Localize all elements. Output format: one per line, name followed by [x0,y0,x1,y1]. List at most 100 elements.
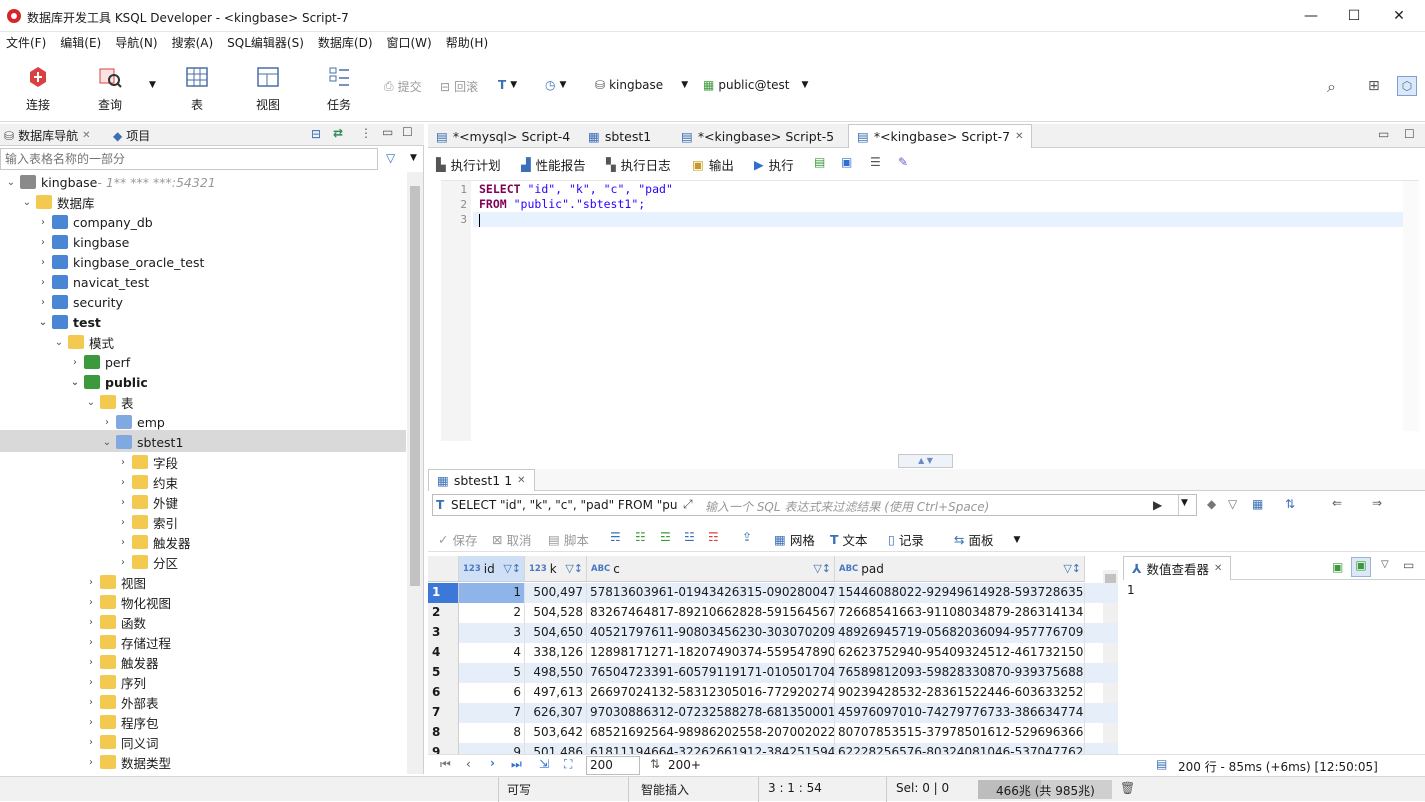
cell-id[interactable]: 9 [459,743,525,754]
tree-node-procedures[interactable]: › 存储过程 [84,632,171,652]
tree-node-databases[interactable]: ⌄ 数据库 [20,192,95,212]
cell-pad[interactable]: 48926945719-05682036094-95777670973-9740… [835,623,1085,643]
navigator-scrollbar[interactable] [407,172,423,774]
save-filter-icon[interactable]: ▦ [1252,497,1263,511]
tree-node-columns[interactable]: › 字段 [116,452,178,472]
grid-view-button[interactable]: ▦ 网格 [774,530,815,549]
minimize-editor-icon[interactable]: ▭ [1378,127,1389,141]
viewer-menu-icon[interactable]: ▽ [1381,559,1389,570]
minimize-viewer-icon[interactable]: ▭ [1403,558,1414,572]
expanded-arrow-icon[interactable]: ⌄ [36,317,50,328]
rollback-button[interactable]: ⊟ 回滚 [440,78,478,95]
tree-node-partitions[interactable]: › 分区 [116,552,178,572]
collapsed-arrow-icon[interactable]: › [116,457,130,468]
cell-id[interactable]: 4 [459,643,525,663]
tab-mysql-script-4[interactable]: ▤ *<mysql> Script-4 [428,124,578,148]
collapsed-arrow-icon[interactable]: › [116,477,130,488]
expanded-arrow-icon[interactable]: ⌄ [20,197,34,208]
tab-sbtest1[interactable]: ▦ sbtest1 [580,124,659,148]
tree-node-views[interactable]: › 视图 [84,572,146,592]
tree-node-perf[interactable]: › perf [68,352,130,372]
menu-sql-editor[interactable]: SQL编辑器(S) [227,34,304,51]
cell-id[interactable]: 3 [459,623,525,643]
editor-scrollbar[interactable] [1403,181,1419,431]
format-icon[interactable]: ☰ [870,155,881,169]
previous-page-icon[interactable]: ‹ [466,757,471,771]
collapsed-arrow-icon[interactable]: › [84,597,98,608]
menu-file[interactable]: 文件(F) [6,34,46,51]
menu-navigate[interactable]: 导航(N) [115,34,157,51]
cell-k[interactable]: 497,613 [525,683,587,703]
collapsed-arrow-icon[interactable]: › [116,557,130,568]
tree-node-synonyms[interactable]: › 同义词 [84,732,159,752]
filter-icon[interactable]: ▽ [386,151,395,165]
edit-icon[interactable]: ✎ [898,155,908,169]
expanded-arrow-icon[interactable]: ⌄ [84,397,98,408]
view-button[interactable]: 视图 [240,64,296,113]
add-perspective-icon[interactable]: ⊞ [1368,78,1380,94]
close-icon[interactable]: ✕ [82,130,90,141]
delete-row-icon[interactable]: ☶ [708,530,719,544]
query-dropdown-icon[interactable]: ▼ [149,80,156,90]
collapsed-arrow-icon[interactable]: › [116,537,130,548]
table-row[interactable]: 4 4 338,126 12898171271-18207490374-5595478… [428,643,1118,663]
minimize-panel-icon[interactable]: ▭ [382,125,393,139]
fetch-size-input[interactable]: 200 [586,756,640,775]
refresh-icon[interactable]: ⇅ [1285,497,1295,511]
tree-node-triggers[interactable]: › 触发器 [84,652,159,672]
collapsed-arrow-icon[interactable]: › [84,677,98,688]
menu-search[interactable]: 搜索(A) [172,34,214,51]
memory-usage-bar[interactable]: 466兆 (共 985兆) [978,780,1112,799]
table-row[interactable]: 6 6 497,613 26697024132-58312305016-7729202… [428,683,1118,703]
maximize-panel-icon[interactable]: ☐ [402,125,413,139]
tab-kingbase-script-7[interactable]: ▤ *<kingbase> Script-7 ✕ [848,124,1033,148]
tree-node-indexes[interactable]: › 索引 [116,512,178,532]
filter-dropdown-icon[interactable]: ▼ [410,153,417,163]
sort-filter-icon[interactable]: ▽↕ [1063,562,1081,575]
collapsed-arrow-icon[interactable]: › [84,657,98,668]
close-icon[interactable]: ✕ [517,475,525,486]
cell-id[interactable]: 1 [459,583,525,603]
cell-id[interactable]: 5 [459,663,525,683]
tree-node-sequences[interactable]: › 序列 [84,672,146,692]
cell-pad[interactable]: 76589812093-59828330870-93937568812-3671… [835,663,1085,683]
close-icon[interactable]: ✕ [1015,131,1023,142]
expanded-arrow-icon[interactable]: ⌄ [100,437,114,448]
column-header-c[interactable]: ABC c ▽↕ [587,556,835,582]
last-page-icon[interactable]: ⏭ [511,757,522,772]
collapsed-arrow-icon[interactable]: › [68,357,82,368]
cell-pad[interactable]: 62623752940-95409324512-46173215054-6804… [835,643,1085,663]
cell-c[interactable]: 26697024132-58312305016-77292027451-8590… [587,683,835,703]
collapsed-arrow-icon[interactable]: › [36,237,50,248]
tree-node-materialized-views[interactable]: › 物化视图 [84,592,171,612]
panels-button[interactable]: ⇆ 面板 ▼ [954,530,1020,549]
sql-editor[interactable]: 1 2 3 SELECT "id", "k", "c", "pad" FROM … [441,180,1419,441]
cell-k[interactable]: 504,528 [525,603,587,623]
cell-k[interactable]: 500,497 [525,583,587,603]
table-row[interactable]: 1 1 500,497 57813603961-01943426315-0902800… [428,583,1118,603]
cell-c[interactable]: 83267464817-89210662828-59156456788-0305… [587,603,835,623]
fetch-next-icon[interactable]: ⇲ [539,757,549,771]
commit-button[interactable]: ⎙ 提交 [384,78,422,95]
cell-pad[interactable]: 80707853515-37978501612-52969636688-5213… [835,723,1085,743]
cell-id[interactable]: 2 [459,603,525,623]
maximize-editor-icon[interactable]: ☐ [1404,127,1415,141]
forward-icon[interactable]: ⇒ [1372,496,1382,510]
maximize-button[interactable]: ☐ [1331,0,1377,32]
column-header-pad[interactable]: ABC pad ▽↕ [835,556,1085,582]
edit-row-icon[interactable]: ☴ [610,530,621,544]
cell-pad[interactable]: 62228256576-80324081046-53704776288-5111… [835,743,1085,754]
cell-c[interactable]: 12898171271-18207490374-55954789083-3219… [587,643,835,663]
tab-results-sbtest1[interactable]: ▦ sbtest1 1 ✕ [428,469,535,491]
connect-button[interactable]: 连接 [10,64,66,113]
collapsed-arrow-icon[interactable]: › [84,637,98,648]
paste-row-icon[interactable]: ☳ [684,530,695,544]
tree-node-company-db[interactable]: › company_db [36,212,153,232]
menu-window[interactable]: 窗口(W) [387,34,432,51]
export-icon[interactable]: ⇪ [742,530,752,544]
tree-node-foreign-tables[interactable]: › 外部表 [84,692,159,712]
table-filter-input[interactable] [0,148,378,170]
first-page-icon[interactable]: ⏮ [440,757,451,772]
query-button[interactable]: 查询 [82,64,138,113]
tab-value-viewer[interactable]: ⅄ 数值查看器 ✕ [1123,556,1232,580]
